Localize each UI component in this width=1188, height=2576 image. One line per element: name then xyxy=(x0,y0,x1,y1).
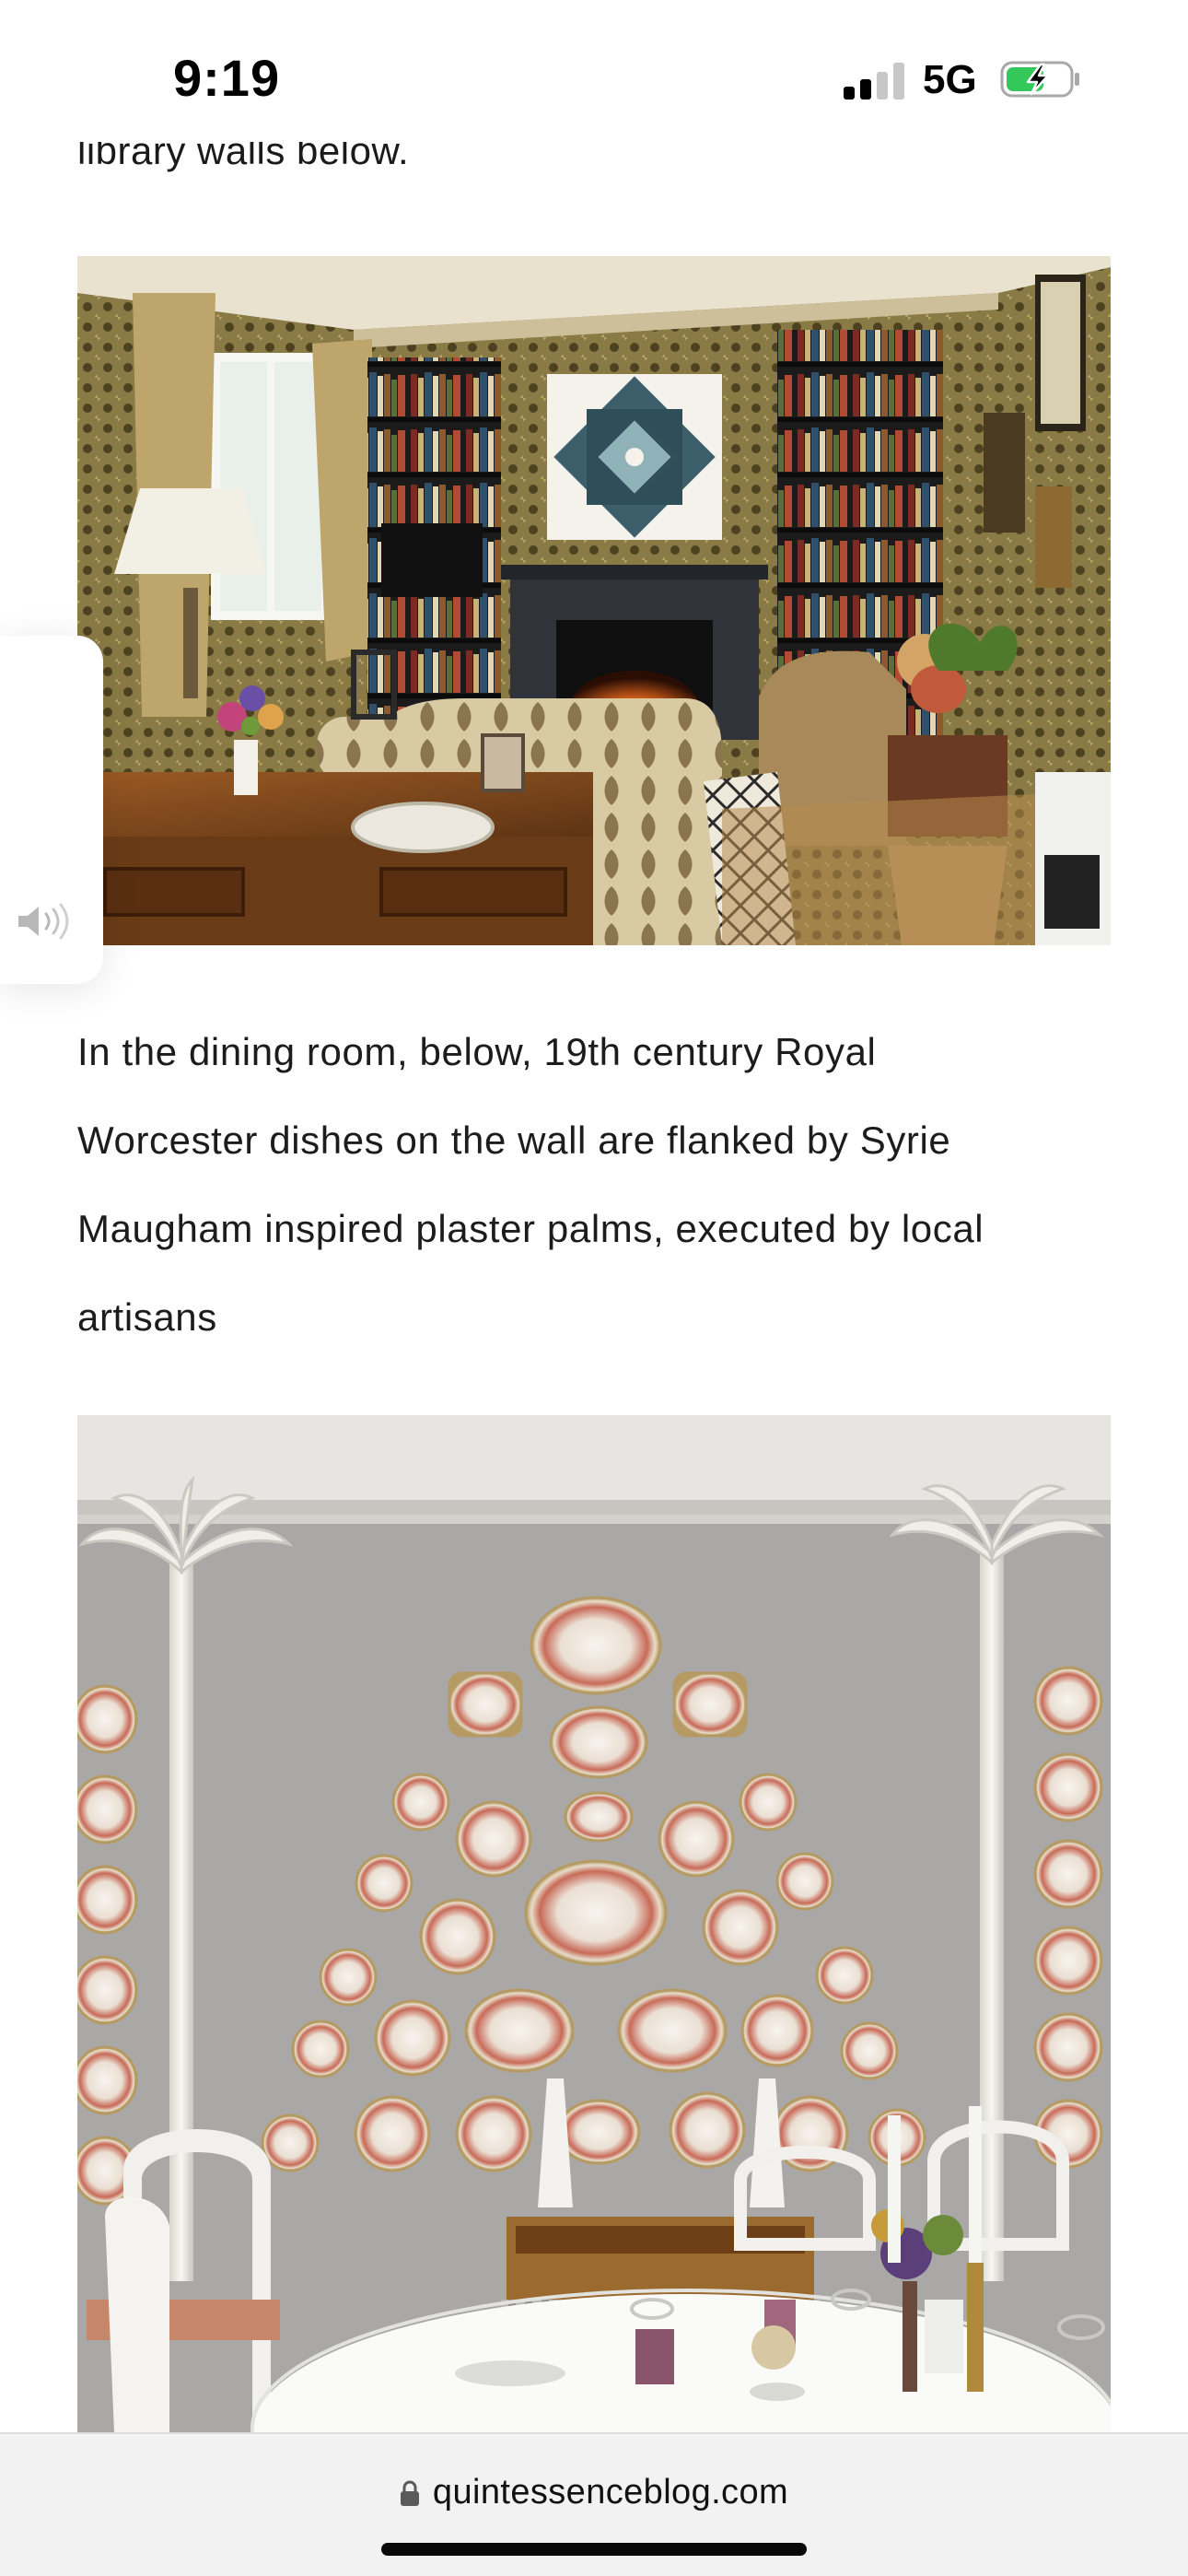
caption-line: In the dining room, below, 19th century … xyxy=(77,1030,877,1073)
caption-line: artisans xyxy=(77,1295,217,1339)
signal-bar xyxy=(860,79,871,100)
library-photo[interactable] xyxy=(77,256,1111,945)
home-indicator[interactable] xyxy=(381,2543,807,2556)
safari-address-bar[interactable]: quintessenceblog.com xyxy=(0,2432,1188,2576)
address-field-content: quintessenceblog.com xyxy=(400,2473,788,2512)
dining-room-caption: In the dining room, below, 19th century … xyxy=(77,1008,1111,1362)
dining-room-photo-illustration xyxy=(77,1415,1111,2432)
status-time: 9:19 xyxy=(173,49,281,107)
library-photo-illustration xyxy=(77,256,1111,945)
speaker-icon[interactable] xyxy=(17,903,81,940)
address-field[interactable]: quintessenceblog.com xyxy=(0,2473,1188,2512)
battery-charging-icon xyxy=(1000,61,1079,98)
dining-room-photo[interactable] xyxy=(77,1415,1111,2432)
signal-bar xyxy=(844,87,855,100)
browser-page: library walls below. In the dining room,… xyxy=(0,0,1188,2576)
signal-bar xyxy=(877,72,888,100)
network-type: 5G xyxy=(923,57,977,102)
caption-line: Worcester dishes on the wall are flanked… xyxy=(77,1118,951,1162)
url-text: quintessenceblog.com xyxy=(432,2473,789,2512)
caption-line: Maugham inspired plaster palms, executed… xyxy=(77,1207,984,1250)
article-content[interactable]: library walls below. In the dining room,… xyxy=(0,0,1188,2432)
read-aloud-tab[interactable] xyxy=(0,636,103,984)
signal-bar xyxy=(893,63,904,100)
lock-icon xyxy=(400,2480,419,2506)
status-bar: 9:19 5G xyxy=(0,0,1188,138)
cellular-signal-icon xyxy=(844,63,904,100)
